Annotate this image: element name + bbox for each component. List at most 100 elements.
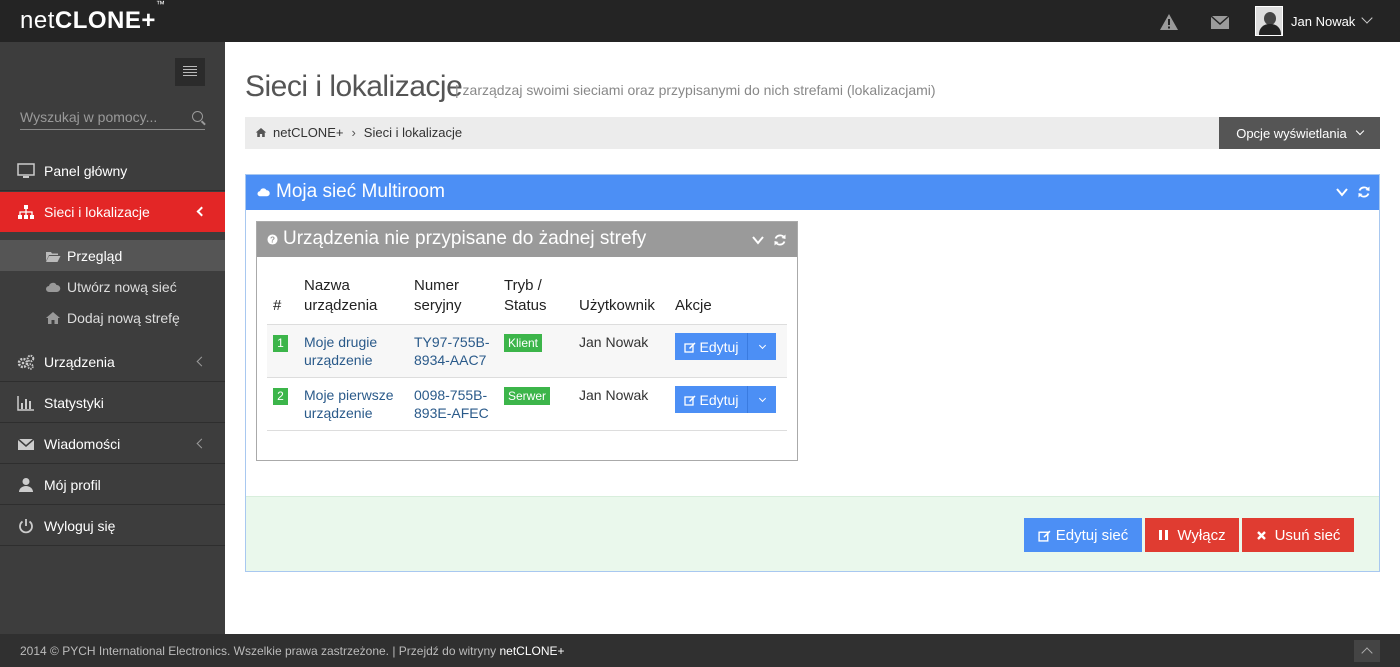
breadcrumb-bar: netCLONE+ › Sieci i lokalizacje Opcje wy…: [245, 117, 1380, 149]
table-row: 2 Moje pierwsze urządzenie 0098-755B-893…: [267, 377, 787, 431]
cloud-icon: [257, 188, 270, 197]
view-options-label: Opcje wyświetlania: [1236, 125, 1347, 141]
unassigned-devices-header: ? Urządzenia nie przypisane do żadnej st…: [257, 222, 797, 257]
folder-open-icon: [46, 251, 61, 262]
refresh-icon[interactable]: [1357, 185, 1371, 199]
edit-device-dropdown-toggle[interactable]: [748, 333, 776, 360]
edit-device-button[interactable]: Edytuj: [675, 333, 748, 360]
edit-device-split-button: Edytuj: [675, 333, 776, 360]
sidebar-item-label: Wyloguj się: [44, 517, 116, 534]
sidebar-item-networks[interactable]: Sieci i lokalizacje: [0, 192, 225, 232]
close-icon: [1256, 530, 1266, 540]
search-icon[interactable]: [192, 111, 203, 122]
chevron-down-icon: [758, 341, 766, 349]
status-badge: Serwer: [504, 387, 551, 405]
user-menu[interactable]: Jan Nowak: [1255, 5, 1373, 37]
pause-icon: [1159, 530, 1169, 540]
sidebar-item-statistics[interactable]: Statystyki: [0, 383, 225, 423]
collapse-icon[interactable]: [1335, 185, 1349, 199]
sidebar-subitem-add-zone[interactable]: Dodaj nową strefę: [0, 302, 225, 333]
edit-icon: [683, 342, 696, 353]
chevron-up-icon: [1361, 647, 1373, 659]
sidebar: Panel główny Sieci i lokalizacje Przeglą…: [0, 42, 225, 634]
sidebar-item-devices[interactable]: Urządzenia: [0, 342, 225, 382]
chevron-down-icon: [758, 394, 766, 402]
svg-text:?: ?: [270, 235, 275, 244]
device-user: Jan Nowak: [579, 334, 649, 350]
breadcrumb-home-link[interactable]: netCLONE+: [273, 125, 343, 140]
footer-text: 2014 © PYCH International Electronics. W…: [20, 644, 565, 658]
sidebar-item-logout[interactable]: Wyloguj się: [0, 506, 225, 546]
edit-device-dropdown-toggle[interactable]: [748, 386, 776, 413]
edit-device-button[interactable]: Edytuj: [675, 386, 748, 413]
copyright-text: 2014 © PYCH International Electronics. W…: [20, 644, 497, 658]
home-icon: [46, 311, 60, 324]
sidebar-item-messages[interactable]: Wiadomości: [0, 424, 225, 464]
column-header-serial: Numer seryjny: [408, 272, 498, 325]
device-name-link[interactable]: Moje drugie urządzenie: [304, 334, 377, 368]
chevron-down-icon: [1355, 126, 1365, 136]
device-name-link[interactable]: Moje pierwsze urządzenie: [304, 387, 393, 421]
chevron-left-icon: [196, 356, 207, 367]
view-options-button[interactable]: Opcje wyświetlania: [1219, 117, 1380, 149]
help-search-input[interactable]: [20, 106, 180, 128]
chevron-left-icon: [196, 438, 207, 449]
sidebar-subitem-label: Utwórz nową sieć: [67, 278, 177, 295]
column-header-status: Tryb / Status: [498, 272, 573, 325]
top-bar: netCLONE+™ Jan Nowak: [0, 0, 1400, 42]
disable-network-button[interactable]: Wyłącz: [1145, 518, 1239, 552]
network-portlet-title: Moja sieć Multiroom: [276, 181, 445, 202]
scroll-to-top-button[interactable]: [1354, 640, 1380, 662]
warning-icon[interactable]: [1159, 13, 1179, 31]
edit-device-label: Edytuj: [699, 338, 739, 355]
sidebar-item-label: Panel główny: [44, 162, 128, 179]
sidebar-item-profile[interactable]: Mój profil: [0, 465, 225, 505]
user-icon: [17, 477, 35, 493]
envelope-icon[interactable]: [1210, 13, 1230, 31]
envelope-icon: [17, 436, 35, 452]
collapse-icon[interactable]: [751, 233, 765, 247]
page-footer: 2014 © PYCH International Electronics. W…: [0, 634, 1400, 667]
edit-device-split-button: Edytuj: [675, 386, 776, 413]
column-header-num: #: [267, 272, 298, 325]
status-badge: Klient: [504, 334, 543, 352]
edit-network-button[interactable]: Edytuj sieć: [1024, 518, 1142, 552]
sidebar-item-label: Sieci i lokalizacje: [44, 204, 150, 220]
network-portlet-header: Moja sieć Multiroom: [246, 175, 1379, 210]
edit-network-label: Edytuj sieć: [1055, 526, 1129, 544]
breadcrumb-current[interactable]: Sieci i lokalizacje: [364, 125, 462, 140]
delete-network-button[interactable]: Usuń sieć: [1242, 518, 1354, 552]
column-header-user: Użytkownik: [573, 272, 669, 325]
sidebar-item-label: Statystyki: [44, 394, 104, 411]
network-portlet: Moja sieć Multiroom ? Urządzenia nie prz…: [245, 174, 1380, 572]
sidebar-item-dashboard[interactable]: Panel główny: [0, 151, 225, 191]
menu-toggle-button[interactable]: [175, 58, 205, 86]
app-logo[interactable]: netCLONE+™: [20, 0, 165, 35]
monitor-icon: [17, 162, 35, 179]
column-header-name: Nazwa urządzenia: [298, 272, 408, 325]
help-search: [20, 106, 205, 130]
unassigned-devices-title: Urządzenia nie przypisane do żadnej stre…: [283, 228, 647, 249]
sidebar-subitem-label: Przegląd: [67, 247, 123, 264]
sidebar-subitem-overview[interactable]: Przegląd: [0, 240, 225, 271]
network-actions-bar: Edytuj sieć Wyłącz Usuń sieć: [246, 496, 1379, 571]
cloud-icon: [46, 282, 61, 292]
row-number-badge: 1: [273, 335, 288, 352]
device-serial-link[interactable]: 0098-755B-893E-AFEC: [414, 387, 489, 421]
unassigned-devices-portlet: ? Urządzenia nie przypisane do żadnej st…: [256, 221, 798, 461]
footer-site-link[interactable]: netCLONE+: [500, 644, 565, 658]
home-icon: [255, 128, 267, 137]
user-name: Jan Nowak: [1291, 13, 1356, 29]
main-content: Sieci i lokalizacje | zarządzaj swoimi s…: [225, 42, 1400, 634]
page-title: Sieci i lokalizacje: [245, 70, 463, 103]
chevron-right-icon: ›: [351, 125, 356, 140]
edit-device-label: Edytuj: [699, 391, 739, 408]
refresh-icon[interactable]: [773, 233, 787, 247]
sitemap-icon: [17, 204, 35, 220]
column-header-actions: Akcje: [669, 272, 787, 325]
sidebar-subitem-create-network[interactable]: Utwórz nową sieć: [0, 271, 225, 302]
bar-chart-icon: [17, 395, 35, 411]
sidebar-item-label: Urządzenia: [44, 353, 115, 370]
device-serial-link[interactable]: TY97-755B-8934-AAC7: [414, 334, 489, 368]
row-number-badge: 2: [273, 388, 288, 405]
